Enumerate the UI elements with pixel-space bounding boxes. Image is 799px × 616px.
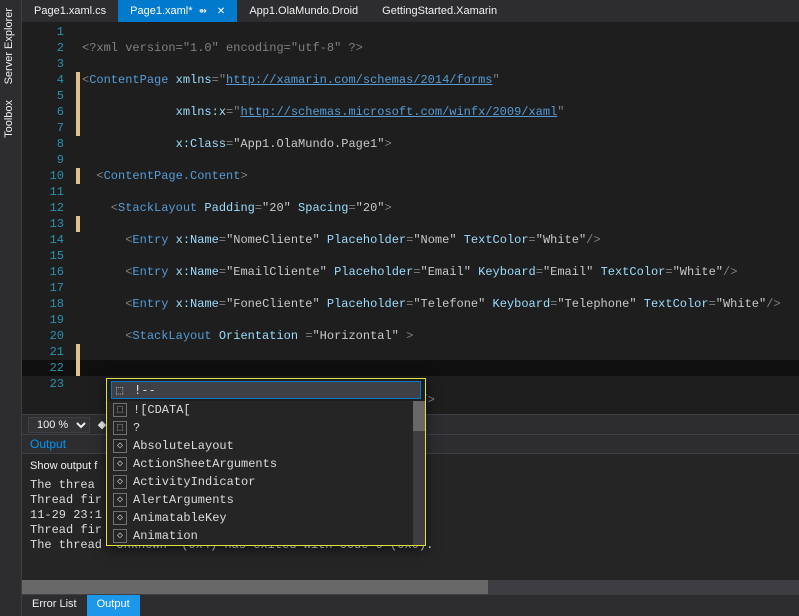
snippet-icon: ⬚ [113, 421, 127, 435]
editor-tabs: Page1.xaml.cs Page1.xaml* ⇴ ✕ App1.OlaMu… [22, 0, 799, 22]
snippet-icon: ⬚ [113, 403, 127, 417]
show-output-from-label: Show output f [30, 460, 97, 472]
intellisense-item[interactable]: ◇AnimatableKey [107, 509, 425, 527]
class-icon: ◇ [113, 529, 127, 543]
intellisense-item[interactable]: ◇Animation [107, 527, 425, 545]
zoom-select[interactable]: 100 % [28, 417, 90, 433]
intellisense-input[interactable] [134, 383, 416, 397]
line-gutter: 1 2 3 4 5 6 7 8 9 10 11 12 13 14 15 16 1… [22, 22, 82, 414]
class-icon: ◇ [113, 475, 127, 489]
tab-output[interactable]: Output [87, 595, 140, 616]
intellisense-item[interactable]: ◇ActivityIndicator [107, 473, 425, 491]
side-tool-tabs: Server Explorer Toolbox [0, 0, 22, 616]
intellisense-item[interactable]: ◇AlertArguments [107, 491, 425, 509]
code-editor[interactable]: 1 2 3 4 5 6 7 8 9 10 11 12 13 14 15 16 1… [22, 22, 799, 414]
xml-tag-icon: ⬚ [116, 383, 130, 397]
tab-page1-cs[interactable]: Page1.xaml.cs [22, 0, 118, 22]
intellisense-item[interactable]: ⬚? [107, 419, 425, 437]
bottom-tabs: Error List Output [22, 594, 799, 616]
tab-droid[interactable]: App1.OlaMundo.Droid [237, 0, 370, 22]
class-icon: ◇ [113, 493, 127, 507]
intellisense-item[interactable]: ◇AbsoluteLayout [107, 437, 425, 455]
intellisense-scrollbar[interactable] [413, 401, 425, 545]
pin-icon[interactable]: ⇴ [199, 6, 207, 17]
class-icon: ◇ [113, 439, 127, 453]
tab-error-list[interactable]: Error List [22, 595, 87, 616]
class-icon: ◇ [113, 511, 127, 525]
close-icon[interactable]: ✕ [217, 6, 225, 17]
toolbox-tab[interactable]: Toolbox [0, 92, 18, 146]
tab-page1-xaml[interactable]: Page1.xaml* ⇴ ✕ [118, 0, 237, 22]
intellisense-filter[interactable]: ⬚ [111, 381, 421, 399]
code-content[interactable]: <?xml version="1.0" encoding="utf-8" ?> … [82, 22, 799, 414]
server-explorer-tab[interactable]: Server Explorer [0, 0, 18, 92]
intellisense-popup: ⬚ ⬚![CDATA[ ⬚? ◇AbsoluteLayout ◇ActionSh… [106, 378, 426, 546]
output-scrollbar[interactable] [22, 580, 799, 594]
intellisense-item[interactable]: ◇ActionSheetArguments [107, 455, 425, 473]
class-icon: ◇ [113, 457, 127, 471]
tab-getting-started[interactable]: GettingStarted.Xamarin [370, 0, 509, 22]
intellisense-item[interactable]: ⬚![CDATA[ [107, 401, 425, 419]
